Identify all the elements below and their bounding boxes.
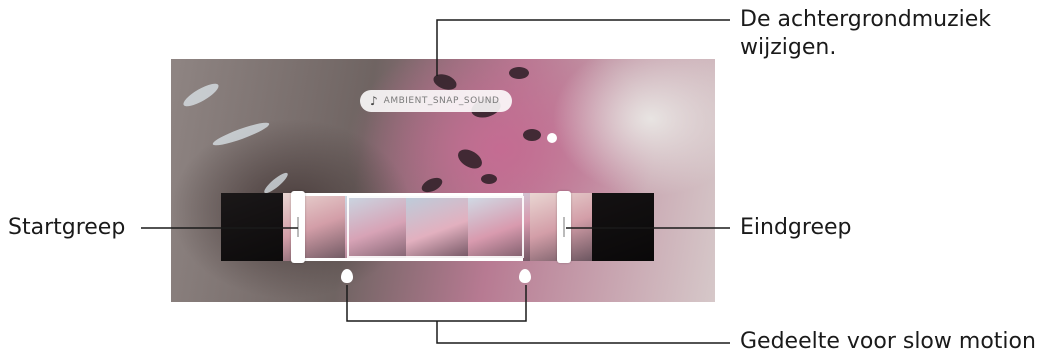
callout-line-slow-motion — [436, 321, 730, 344]
callout-background-music-line2: wijzigen. — [740, 35, 837, 60]
callout-start-handle: Startgreep — [8, 215, 126, 240]
callout-background-music-line1: De achtergrondmuziek — [740, 7, 992, 32]
callout-bracket-slow-motion — [346, 285, 527, 322]
callout-lines — [141, 19, 730, 344]
callout-slow-motion-section: Gedeelte voor slow motion — [740, 329, 1036, 354]
callout-end-handle: Eindgreep — [740, 215, 852, 240]
callout-line-music — [436, 19, 730, 76]
